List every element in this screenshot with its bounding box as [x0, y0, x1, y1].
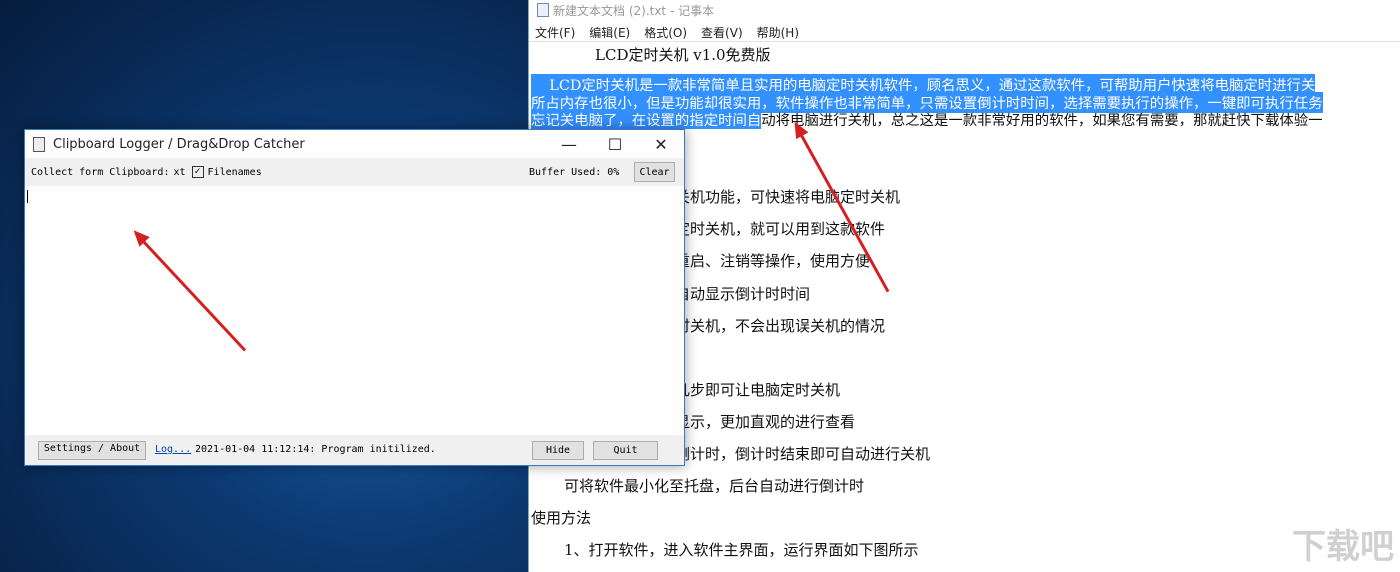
text-line: 1、打开软件，进入软件主界面，运行界面如下图所示 [564, 541, 919, 559]
window-title: Clipboard Logger / Drag&Drop Catcher [53, 136, 305, 152]
text-checkbox-label[interactable]: xt [173, 167, 185, 178]
clipboard-titlebar: Clipboard Logger / Drag&Drop Catcher — ☐… [25, 130, 684, 158]
text-line: 倒计时，倒计时结束即可自动进行关机 [675, 445, 931, 463]
text-line: 关机功能，可快速将电脑定时关机 [675, 188, 901, 206]
menu-format[interactable]: 格式(O) [644, 24, 687, 40]
filenames-checkbox[interactable]: ✓ [191, 166, 204, 178]
menu-help[interactable]: 帮助(H) [757, 24, 799, 40]
text-line: 动将电脑进行关机，总之这是一款非常好用的软件，如果您有需要，那就赶快下载体验一 [761, 113, 1323, 129]
text-line: 显示，更加直观的进行查看 [675, 413, 856, 431]
log-link[interactable]: Log... [155, 444, 191, 455]
text-line: 可将软件最小化至托盘，后台自动进行倒计时 [564, 477, 865, 495]
notepad-titlebar: 新建文本文档 (2).txt - 记事本 [529, 0, 1400, 20]
menu-view[interactable]: 查看(V) [701, 24, 743, 40]
watermark-logo: 下载吧 [1292, 527, 1394, 567]
text-cursor [27, 190, 28, 203]
notepad-title: 新建文本文档 (2).txt - 记事本 [553, 3, 715, 18]
clipboard-logger-window: Clipboard Logger / Drag&Drop Catcher — ☐… [24, 129, 685, 466]
text-line: LCD定时关机 v1.0免费版 [595, 46, 771, 64]
maximize-button[interactable]: ☐ [592, 130, 638, 158]
text-line: 使用方法 [531, 509, 592, 527]
minimize-button[interactable]: — [546, 130, 592, 158]
clipboard-icon [33, 136, 45, 152]
notepad-menubar: 文件(F) 编辑(E) 格式(O) 查看(V) 帮助(H) [529, 20, 1400, 42]
text-line: 重启、注销等操作，使用方便 [675, 252, 871, 270]
hide-button[interactable]: Hide [532, 441, 584, 460]
status-bar: Settings / About Log... 2021-01-04 11:12… [25, 435, 684, 465]
text-line: 几步即可让电脑定时关机 [675, 381, 841, 399]
buffer-used-label: Buffer Used: 0% [529, 166, 620, 178]
status-message: 2021-01-04 11:12:14: Program initilized. [195, 444, 436, 455]
text-line: 时关机，不会出现误关机的情况 [675, 317, 886, 335]
settings-about-button[interactable]: Settings / About [38, 441, 146, 460]
toolbar: Collect form Clipboard: xt ✓ Filenames B… [25, 158, 684, 186]
menu-file[interactable]: 文件(F) [535, 24, 575, 40]
text-line: 自动显示倒计时时间 [675, 285, 811, 303]
clear-button[interactable]: Clear [634, 162, 675, 182]
filenames-label: Filenames [207, 166, 262, 178]
collect-label: Collect form Clipboard: [31, 166, 170, 178]
quit-button[interactable]: Quit [593, 441, 658, 460]
selected-text: 忘记关电脑了，在设置的指定时间自 [531, 113, 762, 129]
menu-edit[interactable]: 编辑(E) [589, 24, 630, 40]
log-text-area[interactable] [25, 186, 684, 436]
notepad-icon [537, 3, 549, 17]
close-button[interactable]: ✕ [638, 130, 684, 158]
